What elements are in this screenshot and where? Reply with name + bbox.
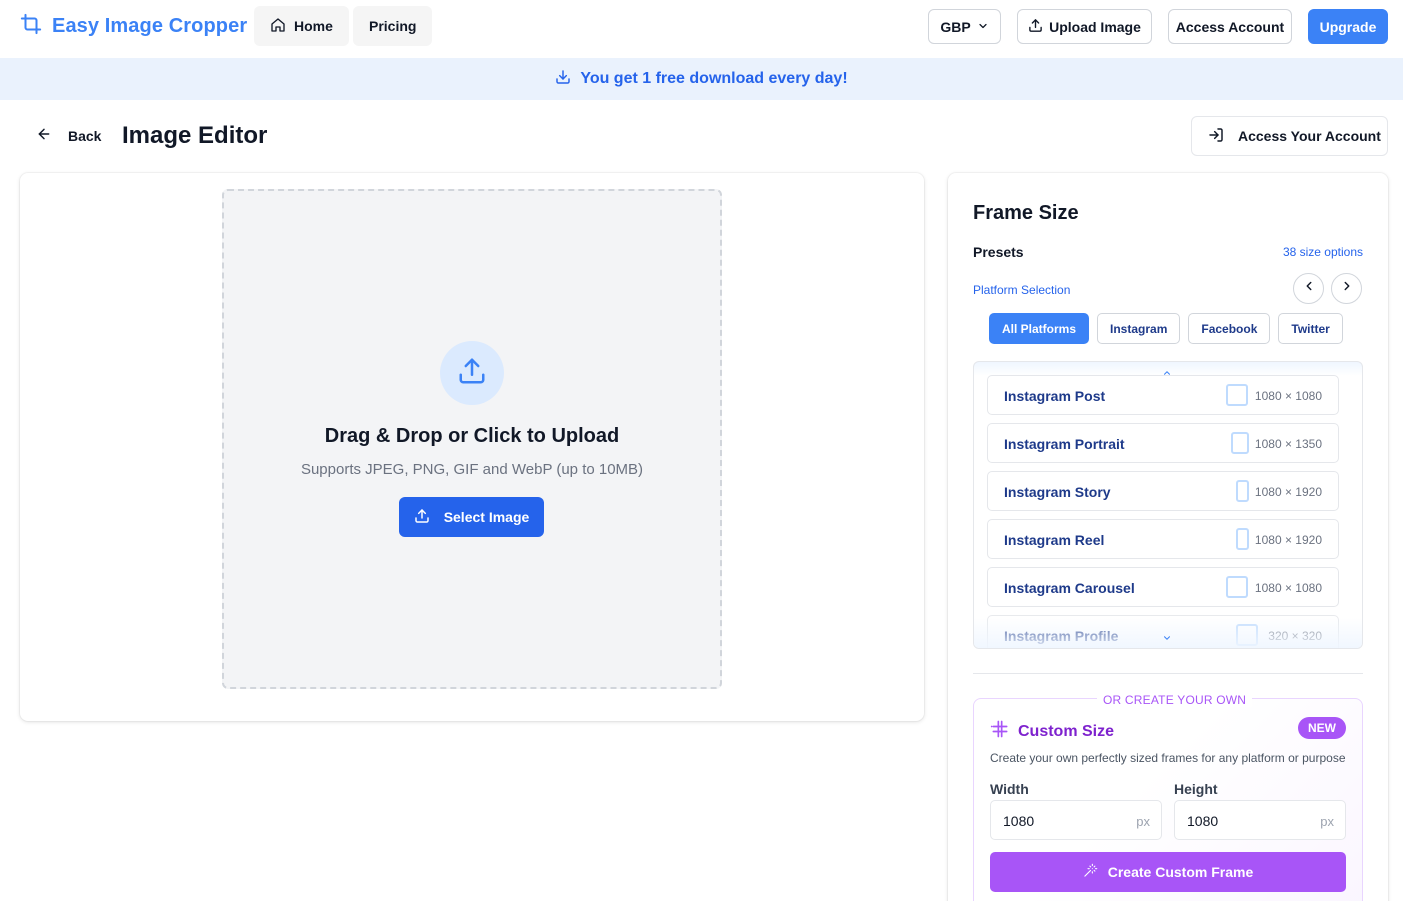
upload-icon <box>1028 18 1043 36</box>
new-badge: NEW <box>1298 717 1346 739</box>
access-account-label: Access Account <box>1175 18 1285 35</box>
log-in-icon <box>1208 127 1224 146</box>
aspect-ratio-icon <box>1236 528 1249 550</box>
select-image-button[interactable]: Select Image <box>399 497 544 537</box>
chevron-down-icon[interactable] <box>1161 630 1173 648</box>
platform-selection-label: Platform Selection <box>973 283 1071 297</box>
upload-icon <box>457 356 487 391</box>
crop-icon <box>20 13 42 40</box>
upload-icon <box>414 508 430 527</box>
tab-all-platforms[interactable]: All Platforms <box>989 313 1090 344</box>
banner-text: You get 1 free download every day! <box>580 70 848 87</box>
select-image-label: Select Image <box>443 509 530 525</box>
dropzone-subtitle: Supports JPEG, PNG, GIF and WebP (up to … <box>300 461 644 478</box>
hash-icon <box>990 719 1010 744</box>
aspect-ratio-icon <box>1236 624 1258 646</box>
upload-image-button[interactable]: Upload Image <box>1017 9 1152 44</box>
height-label: Height <box>1174 781 1218 797</box>
preset-dims: 1080 × 1080 <box>1254 581 1322 595</box>
dropzone-title: Drag & Drop or Click to Upload <box>324 425 620 447</box>
arrow-left-icon <box>36 126 52 145</box>
custom-size-card: OR CREATE YOUR OWN Custom Size NEW Creat… <box>973 693 1363 901</box>
height-value: 1080 <box>1187 813 1219 829</box>
nav-pricing[interactable]: Pricing <box>353 6 433 46</box>
custom-size-description: Create your own perfectly sized frames f… <box>990 751 1346 765</box>
platform-tabs: All Platforms Instagram Facebook Twitter <box>989 313 1347 345</box>
preset-name: Instagram Carousel <box>1004 580 1135 596</box>
divider <box>973 673 1363 674</box>
create-custom-frame-label: Create Custom Frame <box>1107 864 1254 880</box>
logo-text: Easy Image Cropper <box>52 15 248 37</box>
custom-size-title: Custom Size <box>990 719 1114 744</box>
upgrade-button[interactable]: Upgrade <box>1308 9 1388 44</box>
create-custom-frame-button[interactable]: Create Custom Frame <box>990 852 1346 892</box>
or-create-label: OR CREATE YOUR OWN <box>1097 693 1253 707</box>
preset-dims: 1080 × 1920 <box>1254 485 1322 499</box>
preset-name: Instagram Reel <box>1004 532 1105 548</box>
aspect-ratio-icon <box>1226 384 1248 406</box>
currency-value: GBP <box>940 18 971 35</box>
preset-instagram-carousel[interactable]: Instagram Carousel 1080 × 1080 <box>987 567 1339 607</box>
preset-dims: 320 × 320 <box>1268 629 1322 643</box>
upload-icon-circle <box>440 341 504 405</box>
top-header: Easy Image Cropper Home Pricing GBP Uplo… <box>0 0 1403 58</box>
tab-facebook[interactable]: Facebook <box>1188 313 1271 344</box>
height-unit: px <box>1320 814 1334 829</box>
preset-name: Instagram Profile <box>1004 628 1119 644</box>
upgrade-label: Upgrade <box>1319 18 1377 35</box>
scroll-right-button[interactable] <box>1331 273 1362 304</box>
tab-twitter[interactable]: Twitter <box>1278 313 1343 344</box>
custom-size-label: Custom Size <box>1018 722 1115 740</box>
preset-dims: 1080 × 1080 <box>1254 389 1322 403</box>
height-input[interactable]: 1080 px <box>1174 800 1346 840</box>
upload-image-label: Upload Image <box>1049 18 1141 35</box>
chevron-left-icon <box>1302 279 1316 298</box>
preset-name: Instagram Post <box>1004 388 1106 404</box>
frame-size-panel: Frame Size Presets 38 size options Platf… <box>948 173 1388 901</box>
aspect-ratio-icon <box>1226 576 1248 598</box>
preset-instagram-post[interactable]: Instagram Post 1080 × 1080 <box>987 375 1339 415</box>
presets-label: Presets <box>973 244 1024 260</box>
preset-list[interactable]: Instagram Post 1080 × 1080 Instagram Por… <box>973 361 1363 649</box>
aspect-ratio-icon <box>1236 480 1249 502</box>
logo[interactable]: Easy Image Cropper <box>20 13 247 40</box>
chevron-down-icon <box>977 19 989 35</box>
chevron-right-icon <box>1340 279 1354 298</box>
access-account-button[interactable]: Access Account <box>1168 9 1292 44</box>
scroll-left-button[interactable] <box>1293 273 1324 304</box>
aspect-ratio-icon <box>1231 432 1249 454</box>
width-value: 1080 <box>1003 813 1035 829</box>
size-options-count: 38 size options <box>1282 245 1363 259</box>
preset-name: Instagram Story <box>1004 484 1111 500</box>
width-input[interactable]: 1080 px <box>990 800 1162 840</box>
home-icon <box>270 17 286 36</box>
preset-dims: 1080 × 1350 <box>1254 437 1322 451</box>
access-your-account-label: Access Your Account <box>1238 128 1381 144</box>
preset-instagram-story[interactable]: Instagram Story 1080 × 1920 <box>987 471 1339 511</box>
download-icon <box>555 69 571 90</box>
preset-instagram-reel[interactable]: Instagram Reel 1080 × 1920 <box>987 519 1339 559</box>
nav-home[interactable]: Home <box>254 6 349 46</box>
page-title: Image Editor <box>122 122 268 149</box>
preset-dims: 1080 × 1920 <box>1254 533 1322 547</box>
width-label: Width <box>990 781 1029 797</box>
access-your-account-button[interactable]: Access Your Account <box>1191 116 1388 156</box>
frame-size-title: Frame Size <box>973 202 1079 224</box>
editor-card: Drag & Drop or Click to Upload Supports … <box>20 173 924 721</box>
nav-home-label: Home <box>294 18 333 34</box>
currency-select[interactable]: GBP <box>928 9 1001 44</box>
magic-wand-icon <box>1083 863 1098 881</box>
upload-dropzone[interactable]: Drag & Drop or Click to Upload Supports … <box>222 189 722 689</box>
preset-instagram-portrait[interactable]: Instagram Portrait 1080 × 1350 <box>987 423 1339 463</box>
tab-instagram[interactable]: Instagram <box>1097 313 1181 344</box>
nav-pricing-label: Pricing <box>369 18 417 34</box>
back-button[interactable]: Back <box>36 126 101 145</box>
width-unit: px <box>1136 814 1150 829</box>
preset-name: Instagram Portrait <box>1004 436 1125 452</box>
back-label: Back <box>68 127 102 144</box>
free-download-banner: You get 1 free download every day! <box>0 58 1403 100</box>
